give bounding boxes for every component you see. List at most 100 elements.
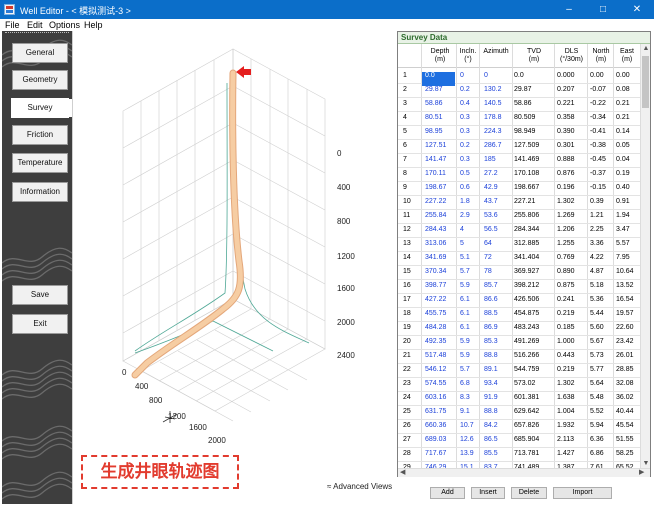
azimuth-cell[interactable]: 86.9 — [484, 324, 498, 331]
azimuth-cell[interactable]: 91.9 — [484, 394, 498, 401]
save-button[interactable]: Save — [12, 285, 68, 305]
north-cell[interactable]: 2.25 — [590, 226, 604, 233]
table-row[interactable]: 8 170.11 0.5 27.2 170.108 0.876 -0.37 0.19 — [398, 167, 640, 182]
incln-cell[interactable]: 4 — [460, 226, 464, 233]
table-row[interactable]: 5 98.95 0.3 224.3 98.949 0.390 -0.41 0.14 — [398, 125, 640, 140]
dls-cell[interactable]: 0.219 — [557, 310, 575, 317]
exit-button[interactable]: Exit — [12, 314, 68, 334]
azimuth-cell[interactable]: 85.7 — [484, 282, 498, 289]
table-row[interactable]: 17 427.22 6.1 86.6 426.506 0.241 5.36 16.54 — [398, 293, 640, 308]
vertical-scrollbar[interactable]: ▲ ▼ — [640, 44, 650, 468]
azimuth-cell[interactable]: 27.2 — [484, 170, 498, 177]
tvd-cell[interactable]: 657.826 — [514, 422, 539, 429]
delete-button[interactable]: Delete — [511, 487, 547, 499]
depth-cell[interactable]: 341.69 — [425, 254, 446, 261]
azimuth-cell[interactable]: 185 — [484, 156, 496, 163]
trajectory-3d-view[interactable]: 0 400 800 1200 1600 2000 2400 0 400 800 … — [72, 31, 392, 504]
tvd-cell[interactable]: 141.469 — [514, 156, 539, 163]
depth-cell[interactable]: 689.03 — [425, 436, 446, 443]
trajectory-3d-canvas[interactable]: 0 400 800 1200 1600 2000 2400 0 400 800 … — [73, 31, 389, 504]
north-cell[interactable]: 6.36 — [590, 436, 604, 443]
azimuth-cell[interactable]: 86.5 — [484, 436, 498, 443]
incln-cell[interactable]: 5.9 — [460, 282, 470, 289]
tvd-cell[interactable]: 255.806 — [514, 212, 539, 219]
col-east-header[interactable]: East (m) — [614, 48, 640, 64]
north-cell[interactable]: 5.36 — [590, 296, 604, 303]
azimuth-cell[interactable]: 89.1 — [484, 366, 498, 373]
minimize-button[interactable]: – — [552, 0, 586, 19]
depth-cell[interactable]: 80.51 — [425, 114, 443, 121]
azimuth-cell[interactable]: 88.5 — [484, 310, 498, 317]
col-tvd-header[interactable]: TVD (m) — [514, 48, 554, 64]
incln-cell[interactable]: 5.9 — [460, 338, 470, 345]
north-cell[interactable]: 5.94 — [590, 422, 604, 429]
east-cell[interactable]: 51.55 — [616, 436, 634, 443]
incln-cell[interactable]: 0 — [460, 72, 464, 79]
tvd-cell[interactable]: 341.404 — [514, 254, 539, 261]
north-cell[interactable]: 5.77 — [590, 366, 604, 373]
incln-cell[interactable]: 12.6 — [460, 436, 474, 443]
dls-cell[interactable]: 2.113 — [557, 436, 574, 443]
advanced-views-toggle[interactable]: ≈ Advanced Views — [327, 482, 392, 491]
table-row[interactable]: 13 313.06 5 64 312.885 1.255 3.36 5.57 — [398, 237, 640, 252]
incln-cell[interactable]: 6.1 — [460, 296, 470, 303]
north-cell[interactable]: 0.39 — [590, 198, 604, 205]
dls-cell[interactable]: 0.358 — [557, 114, 575, 121]
azimuth-cell[interactable]: 85.3 — [484, 338, 498, 345]
dls-cell[interactable]: 1.302 — [557, 380, 575, 387]
scroll-right-icon[interactable]: ▶ — [639, 468, 644, 476]
tvd-cell[interactable]: 98.949 — [514, 128, 535, 135]
table-row[interactable]: 1 0.0 0 0 0.0 0.000 0.00 0.00 — [398, 69, 640, 86]
north-cell[interactable]: -0.37 — [590, 170, 606, 177]
north-cell[interactable]: 4.22 — [590, 254, 604, 261]
col-depth-header[interactable]: Depth (m) — [424, 48, 456, 64]
east-cell[interactable]: 5.57 — [616, 240, 630, 247]
incln-cell[interactable]: 0.4 — [460, 100, 470, 107]
insert-button[interactable]: Insert — [471, 487, 505, 499]
dls-cell[interactable]: 0.301 — [557, 142, 575, 149]
table-row[interactable]: 15 370.34 5.7 78 369.927 0.890 4.87 10.64 — [398, 265, 640, 280]
azimuth-cell[interactable]: 43.7 — [484, 198, 498, 205]
east-cell[interactable]: 26.01 — [616, 352, 634, 359]
incln-cell[interactable]: 8.3 — [460, 394, 470, 401]
east-cell[interactable]: 0.19 — [616, 170, 630, 177]
north-cell[interactable]: 5.60 — [590, 324, 604, 331]
incln-cell[interactable]: 5.7 — [460, 366, 470, 373]
depth-cell[interactable]: 398.77 — [425, 282, 446, 289]
incln-cell[interactable]: 5.7 — [460, 268, 470, 275]
incln-cell[interactable]: 0.2 — [460, 86, 470, 93]
depth-cell[interactable]: 370.34 — [425, 268, 446, 275]
azimuth-cell[interactable]: 72 — [484, 254, 492, 261]
depth-cell[interactable]: 717.67 — [425, 450, 446, 457]
dls-cell[interactable]: 1.302 — [557, 198, 575, 205]
tvd-cell[interactable]: 426.506 — [514, 296, 539, 303]
survey-button[interactable]: Survey — [11, 98, 72, 118]
general-button[interactable]: General — [12, 43, 68, 63]
tvd-cell[interactable]: 227.21 — [514, 198, 535, 205]
depth-cell[interactable]: 141.47 — [425, 156, 446, 163]
table-row[interactable]: 16 398.77 5.9 85.7 398.212 0.875 5.18 13.52 — [398, 279, 640, 294]
azimuth-cell[interactable]: 88.8 — [484, 408, 498, 415]
tvd-cell[interactable]: 58.86 — [514, 100, 532, 107]
table-row[interactable]: 3 58.86 0.4 140.5 58.86 0.221 -0.22 0.21 — [398, 97, 640, 112]
table-row[interactable]: 10 227.22 1.8 43.7 227.21 1.302 0.39 0.91 — [398, 195, 640, 210]
dls-cell[interactable]: 1.638 — [557, 394, 575, 401]
east-cell[interactable]: 45.54 — [616, 422, 634, 429]
depth-cell[interactable]: 603.16 — [425, 394, 446, 401]
dls-cell[interactable]: 1.427 — [557, 450, 575, 457]
depth-cell[interactable]: 574.55 — [425, 380, 446, 387]
depth-cell[interactable]: 29.87 — [425, 86, 443, 93]
dls-cell[interactable]: 0.196 — [557, 184, 575, 191]
tvd-cell[interactable]: 284.344 — [514, 226, 539, 233]
dls-cell[interactable]: 0.219 — [557, 366, 575, 373]
scroll-left-icon[interactable]: ◀ — [400, 468, 405, 476]
scroll-thumb[interactable] — [642, 56, 649, 108]
depth-cell[interactable]: 127.51 — [425, 142, 446, 149]
menu-edit[interactable]: Edit — [27, 20, 43, 30]
north-cell[interactable]: 5.48 — [590, 394, 604, 401]
tvd-cell[interactable]: 573.02 — [514, 380, 535, 387]
azimuth-cell[interactable]: 286.7 — [484, 142, 502, 149]
tvd-cell[interactable]: 80.509 — [514, 114, 535, 121]
incln-cell[interactable]: 0.3 — [460, 114, 470, 121]
tvd-cell[interactable]: 483.243 — [514, 324, 539, 331]
